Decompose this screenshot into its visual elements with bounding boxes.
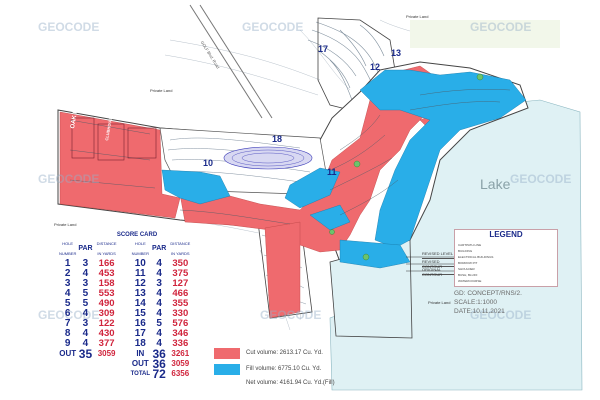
score-card-row-out: OUT 35 3059 IN 36 3261 [58,347,193,361]
blank-cell [58,359,77,369]
hole-number: 13 [391,48,402,58]
watermark: GEOCODE [38,172,100,186]
score-card-rows: 1 3 166 10 4 350 2 4 453 11 4 375 3 3 158 12 3 127 4 5 553 13… [58,259,193,349]
gap-cell [120,319,130,329]
blank-cell [77,369,93,379]
watermark: GEOCODE [260,308,322,322]
out-yards: 3059 [97,349,116,358]
yards-cell: 377 [98,338,115,349]
gap-cell [120,329,130,339]
blank-cell [94,369,120,379]
score-card-title: SCORE CARD [116,232,158,238]
gap-cell [120,339,130,349]
total-par: 72 [152,367,166,381]
private-land-label: Private Land [150,88,173,93]
score-card-row-total: TOTAL 72 6356 [58,367,193,381]
drawing-date: DATE:10.11.2021 [454,308,505,315]
yards-cell: 336 [172,338,189,349]
gap-cell [120,299,130,309]
hole-cell: 18 [134,338,146,349]
contour-label: REVISED LEVEL [422,251,454,259]
contour-label: REVISED CONTOUR [422,259,454,269]
map-canvas: GEOCODE GEOCODE GEOCODE GEOCODE GEOCODE … [0,0,600,400]
gap-cell [120,359,130,369]
watermark: GEOCODE [242,20,304,34]
legend-item: BUILDING [458,249,473,253]
score-card-table: HOLE NUMBER PAR DISTANCE IN YARDS HOLE N… [58,239,193,381]
legend-item: CARTPATH LINE [458,243,482,247]
watermark: GEOCODE [510,172,572,186]
drawing-scale: SCALE:1:1000 [454,299,498,306]
header-cell: PAR [78,245,93,252]
gap-cell [120,309,130,319]
header-cell: DISTANCE IN YARDS [170,241,191,256]
total-yards: 6356 [171,369,190,378]
hole-number: 11 [327,167,337,177]
legend-title: LEGEND [489,230,523,239]
gap-cell [120,259,130,269]
drawing-info: GD: CONCEPT/RNS/2. SCALE:1:1000 DATE:10.… [454,290,554,317]
blank-cell [58,369,77,379]
gap-cell [120,269,130,279]
hole-number: 10 [203,158,214,168]
lake-label: Lake [480,176,511,192]
legend-item: BUSH, BLUFF [458,273,478,277]
gap-cell [120,279,130,289]
hole-number: 18 [272,134,283,144]
private-land-label: Private Land [54,222,77,227]
hole-number: 12 [370,62,381,72]
cut-swatch [214,348,240,359]
legend-item: SHOULDER [458,267,475,271]
drawing-number: GD: CONCEPT/RNS/2. [454,290,522,297]
out-label: OUT [59,349,77,358]
gap-cell [120,239,130,259]
water-hazard-18 [223,146,313,170]
legend-item: WATERCOURSE [458,279,482,283]
out2-yards: 3059 [171,359,190,368]
watermark: GEOCODE [38,20,100,34]
watermark: GEOCODE [470,20,532,34]
in-yards: 3261 [171,349,190,358]
private-land-label: Private Land [428,300,451,305]
header-cell: PAR [152,245,167,252]
out2-label: OUT [131,359,149,368]
private-land-label: Private Land [406,14,429,19]
legend-item: BORROW PIT [458,261,478,265]
out-par: 35 [78,347,93,361]
in-label: IN [136,349,145,358]
legend-box: LEGEND CARTPATH LINE BUILDING ELECTRICAL… [454,229,558,287]
fill-swatch [214,364,240,375]
hole-cell: 9 [64,338,71,349]
gap-cell [120,289,130,299]
legend-item: ELECTRICAL BUILDINGS [458,255,494,259]
score-card-header: HOLE NUMBER PAR DISTANCE IN YARDS HOLE N… [58,239,193,259]
total-label: TOTAL [130,371,151,377]
blank-cell [94,359,120,369]
contour-key: REVISED LEVEL REVISED CONTOUR ORIGINAL C… [422,251,454,277]
gap-cell [120,369,130,379]
contour-label: ORIGINAL CONTOUR [422,267,454,277]
cut-volume-label: Cut volume: 2613.17 Cu. Yd. [246,350,323,356]
fill-volume-label: Fill volume: 6775.10 Cu. Yd. [246,366,322,372]
header-cell: HOLE NUMBER [131,241,149,256]
header-cell: HOLE NUMBER [59,241,77,256]
gap-cell [120,349,130,359]
net-volume-label: Net volume: 4161.94 Cu. Yd.(Fill) [246,380,335,386]
header-cell: DISTANCE IN YARDS [96,241,117,256]
score-card: SCORE CARD HOLE NUMBER PAR DISTANCE IN Y… [58,232,216,381]
hole-number: 17 [318,44,329,54]
